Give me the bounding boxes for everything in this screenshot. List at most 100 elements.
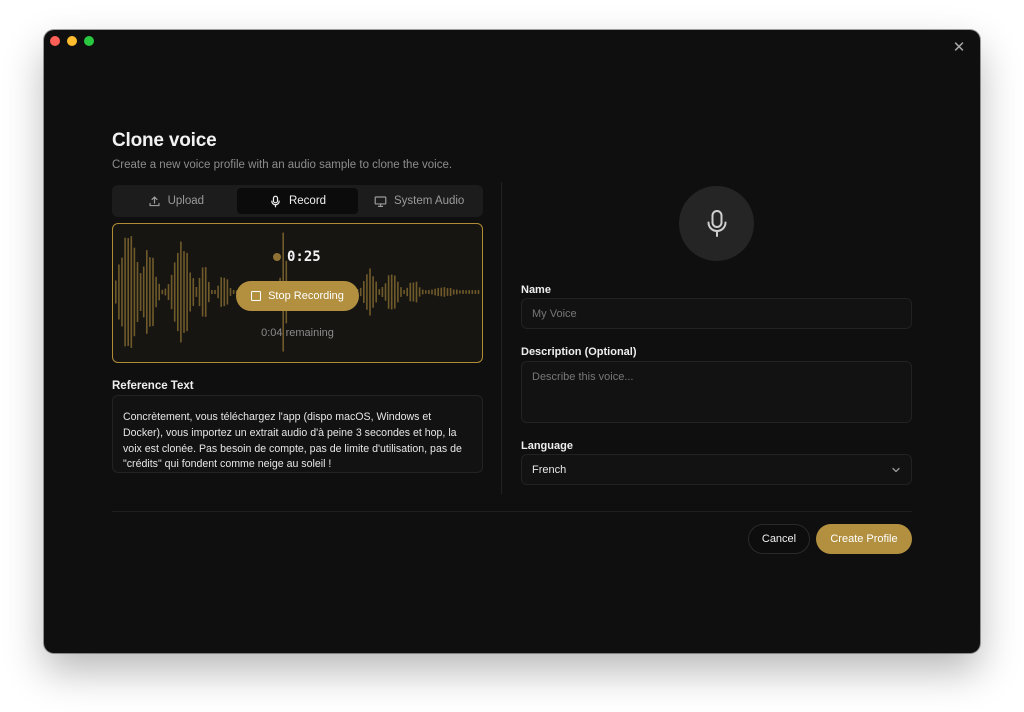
waveform-bar [456, 289, 458, 295]
waveform-bar [115, 280, 117, 304]
waveform-bar [474, 290, 477, 294]
waveform-bar [118, 264, 120, 320]
waveform-bar [173, 262, 176, 322]
reference-text-box[interactable]: Concrètement, vous téléchargez l'app (di… [112, 395, 483, 473]
waveform-bar [369, 268, 371, 316]
waveform-bar [471, 290, 474, 294]
waveform-bar [121, 257, 123, 327]
waveform-bar [384, 283, 387, 301]
column-divider [501, 182, 502, 494]
waveform-bar [142, 266, 145, 318]
waveform-bar [443, 287, 446, 297]
waveform-bar [152, 257, 154, 327]
waveform-bar [406, 287, 408, 297]
waveform-bar [177, 252, 179, 332]
waveform-bar [217, 285, 219, 299]
waveform-bar [133, 247, 136, 337]
microphone-icon [271, 195, 280, 207]
window-close-button[interactable] [50, 36, 60, 46]
waveform-bar [146, 250, 148, 334]
timer-value: 0:25 [287, 249, 321, 265]
recording-panel: 0:25 Stop Recording 0:04 remaining [112, 223, 483, 363]
waveform-bar [158, 283, 160, 301]
name-label: Name [521, 284, 551, 296]
waveform-bar [421, 289, 424, 295]
waveform-bar [189, 272, 191, 312]
name-placeholder: My Voice [532, 307, 577, 320]
waveform-bar [198, 277, 201, 307]
waveform-bar [394, 275, 396, 309]
waveform-bar [372, 276, 374, 308]
waveform-bar [201, 267, 204, 317]
language-value: French [532, 463, 567, 476]
waveform-bar [136, 262, 139, 322]
waveform-bar [449, 287, 452, 296]
microphone-icon [707, 209, 726, 237]
waveform-bar [366, 274, 368, 310]
waveform-bar [446, 288, 449, 296]
name-input[interactable]: My Voice [521, 298, 912, 329]
waveform-bar [183, 251, 185, 333]
window-controls [50, 36, 94, 46]
tab-upload[interactable]: Upload [115, 188, 237, 214]
waveform-bar [211, 290, 213, 294]
chevron-down-icon [892, 467, 900, 472]
waveform-bar [359, 287, 362, 297]
waveform-bar [425, 290, 427, 294]
waveform-bar [403, 290, 405, 294]
waveform-bar [390, 274, 393, 310]
waveform-bar [437, 287, 439, 297]
close-icon[interactable]: ✕ [952, 40, 966, 55]
waveform-bar [378, 289, 381, 295]
tab-system-audio[interactable]: System Audio [358, 188, 480, 214]
clone-voice-window: ✕ Clone voice Create a new voice profile… [44, 30, 980, 653]
language-label: Language [521, 440, 573, 452]
waveform-bar [468, 290, 470, 294]
waveform-bar [363, 281, 365, 303]
stop-icon [251, 291, 262, 301]
waveform-bar [149, 257, 151, 327]
waveform-bar [229, 288, 232, 296]
waveform-bar [375, 281, 377, 303]
waveform-bar [223, 277, 226, 307]
waveform-bar [139, 273, 142, 311]
tab-record[interactable]: Record [236, 188, 359, 214]
waveform-bar [431, 289, 433, 295]
tab-record-label: Record [288, 195, 327, 207]
waveform-bar [418, 287, 421, 297]
waveform-bar [452, 289, 455, 295]
waveform-bar [204, 267, 207, 317]
remaining-time: 0:04 remaining [261, 327, 334, 339]
window-maximize-button[interactable] [84, 36, 94, 46]
waveform-bar [186, 252, 188, 332]
waveform-bar [208, 281, 210, 303]
recording-timer: 0:25 [273, 249, 321, 265]
waveform-bar [381, 287, 384, 297]
reference-text-label: Reference Text [112, 380, 194, 392]
description-textarea[interactable]: Describe this voice... [521, 361, 912, 423]
waveform-bar [397, 281, 399, 303]
footer-divider [112, 511, 912, 512]
waveform-bar [164, 288, 167, 296]
waveform-bar [459, 290, 461, 294]
dialog-title: Clone voice [112, 130, 217, 151]
dialog-subtitle: Create a new voice profile with an audio… [112, 159, 453, 171]
waveform-bar [434, 288, 436, 296]
upload-icon [149, 195, 160, 206]
waveform-bar [214, 290, 216, 294]
waveform-bar [195, 287, 198, 297]
window-minimize-button[interactable] [67, 36, 77, 46]
recording-indicator-icon [273, 253, 281, 261]
description-label: Description (Optional) [521, 346, 637, 358]
waveform-bar [161, 289, 164, 295]
cancel-button[interactable]: Cancel [748, 524, 810, 554]
waveform-bar [400, 287, 402, 297]
waveform-bar [477, 290, 480, 294]
waveform-bar [465, 290, 467, 294]
waveform-bar [155, 276, 157, 308]
waveform-bar [232, 290, 235, 294]
tab-upload-label: Upload [167, 195, 205, 207]
language-select[interactable]: French [521, 454, 912, 485]
create-profile-button[interactable]: Create Profile [816, 524, 912, 554]
stop-recording-button[interactable]: Stop Recording [236, 281, 359, 311]
